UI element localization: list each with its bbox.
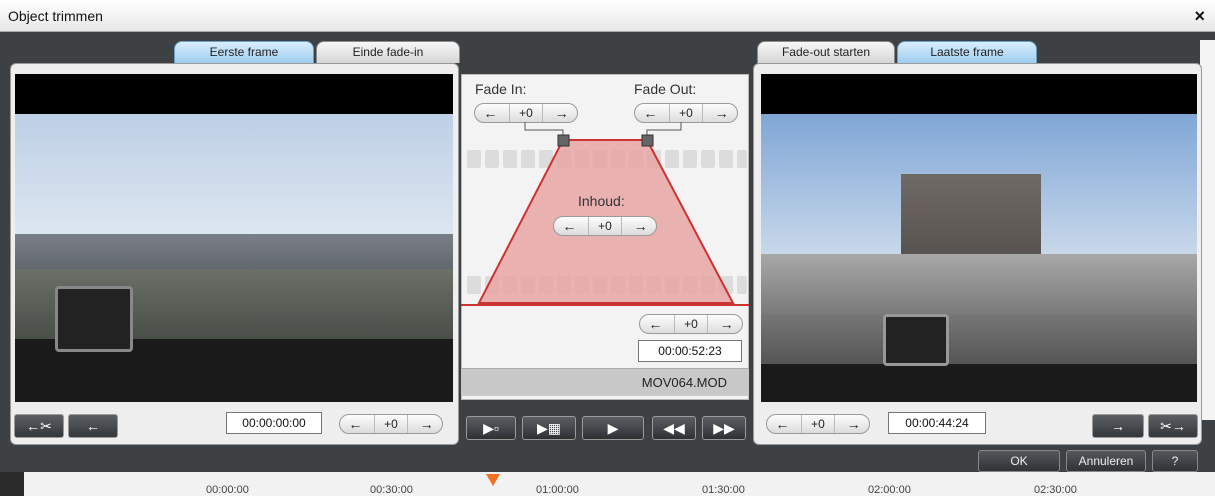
timeline-tick: 00:00:00 bbox=[206, 484, 249, 496]
fade-out-decrease-button[interactable]: ← bbox=[638, 105, 662, 121]
move-right-button[interactable]: → bbox=[1092, 414, 1144, 438]
save-frame-button[interactable]: ▶▫ bbox=[466, 416, 516, 440]
duration-stepper-value[interactable]: +0 bbox=[673, 315, 708, 333]
filename-label: MOV064.MOD bbox=[641, 375, 727, 390]
last-frame-timecode[interactable]: 00:00:44:24 bbox=[888, 412, 986, 434]
timeline-tick: 00:30:00 bbox=[370, 484, 413, 496]
duration-increase-button[interactable]: → bbox=[715, 316, 739, 332]
play-button[interactable]: ▶ bbox=[582, 416, 644, 440]
help-button[interactable]: ? bbox=[1152, 450, 1198, 472]
last-frame-decrease-button[interactable]: ← bbox=[770, 416, 794, 432]
first-frame-decrease-button[interactable]: ← bbox=[343, 416, 367, 432]
window-title: Object trimmen bbox=[8, 8, 103, 24]
content-label: Inhoud: bbox=[578, 193, 625, 209]
move-left-button[interactable]: ← bbox=[68, 414, 118, 438]
forward-button[interactable]: ▶▶ bbox=[702, 416, 746, 440]
content-increase-button[interactable]: → bbox=[629, 218, 653, 234]
close-icon[interactable]: × bbox=[1194, 6, 1205, 27]
timeline-tick: 02:00:00 bbox=[868, 484, 911, 496]
fade-out-label: Fade Out: bbox=[634, 81, 697, 97]
first-frame-video bbox=[15, 74, 453, 402]
timeline[interactable]: 00:00:00 00:30:00 01:00:00 01:30:00 02:0… bbox=[0, 472, 1215, 496]
filename-bar: MOV064.MOD bbox=[461, 368, 749, 396]
tab-end-fade-in[interactable]: Einde fade-in bbox=[316, 41, 460, 63]
title-bar: Object trimmen × bbox=[0, 0, 1215, 32]
ok-button[interactable]: OK bbox=[978, 450, 1060, 472]
timeline-tick: 01:00:00 bbox=[536, 484, 579, 496]
rewind-button[interactable]: ◀◀ bbox=[652, 416, 696, 440]
background-window-strip bbox=[1200, 40, 1215, 420]
first-frame-stepper: ← +0 → bbox=[339, 414, 443, 434]
fade-out-increase-button[interactable]: → bbox=[710, 105, 734, 121]
cancel-button[interactable]: Annuleren bbox=[1066, 450, 1146, 472]
fade-in-decrease-button[interactable]: ← bbox=[478, 105, 502, 121]
last-frame-increase-button[interactable]: → bbox=[842, 416, 866, 432]
filmstrip-button[interactable]: ▶▦ bbox=[522, 416, 576, 440]
first-frame-increase-button[interactable]: → bbox=[415, 416, 439, 432]
tab-last-frame[interactable]: Laatste frame bbox=[897, 41, 1037, 63]
content-stepper: ← +0 → bbox=[553, 216, 657, 236]
tab-fade-out-start[interactable]: Fade-out starten bbox=[757, 41, 895, 63]
fade-in-increase-button[interactable]: → bbox=[550, 105, 574, 121]
content-decrease-button[interactable]: ← bbox=[557, 218, 581, 234]
duration-field[interactable]: 00:00:52:23 bbox=[638, 340, 742, 362]
save-frame-icon: ▶▫ bbox=[483, 420, 499, 436]
first-frame-value[interactable]: +0 bbox=[373, 415, 408, 433]
filmstrip-icon: ▶▦ bbox=[537, 420, 561, 436]
first-frame-timecode[interactable]: 00:00:00:00 bbox=[226, 412, 322, 434]
last-frame-value[interactable]: +0 bbox=[800, 415, 835, 433]
fade-in-label: Fade In: bbox=[475, 81, 527, 97]
content-value[interactable]: +0 bbox=[587, 217, 622, 235]
timeline-tick: 02:30:00 bbox=[1034, 484, 1077, 496]
duration-stepper: ← +0 → bbox=[639, 314, 743, 334]
playhead-marker[interactable] bbox=[486, 474, 500, 486]
tab-first-frame[interactable]: Eerste frame bbox=[174, 41, 314, 63]
cut-to-start-button[interactable]: ←✂ bbox=[14, 414, 64, 438]
last-frame-video bbox=[761, 74, 1197, 402]
cut-to-end-button[interactable]: ✂→ bbox=[1148, 414, 1198, 438]
duration-decrease-button[interactable]: ← bbox=[643, 316, 667, 332]
fade-out-handle bbox=[641, 134, 654, 147]
last-frame-stepper: ← +0 → bbox=[766, 414, 870, 434]
fade-in-handle bbox=[557, 134, 570, 147]
timeline-tick: 01:30:00 bbox=[702, 484, 745, 496]
timeline-start-block bbox=[0, 472, 24, 496]
